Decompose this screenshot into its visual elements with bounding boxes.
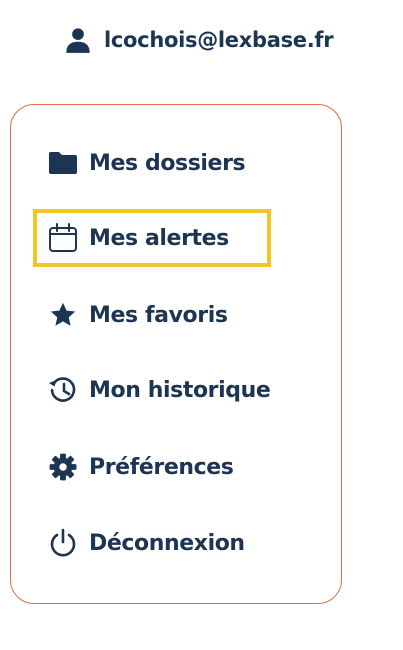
menu-item-label: Mon historique (89, 377, 271, 403)
menu-item-label: Préférences (89, 454, 234, 480)
menu-item-mon-historique[interactable]: Mon historique (47, 370, 271, 410)
calendar-icon (47, 222, 79, 254)
menu-item-label: Mes favoris (89, 302, 228, 328)
menu-item-deconnexion[interactable]: Déconnexion (47, 523, 245, 563)
history-icon (47, 374, 79, 406)
menu-item-mes-dossiers[interactable]: Mes dossiers (47, 143, 246, 183)
user-icon (64, 26, 92, 54)
account-menu: Mes dossiers Mes alertes Mes favoris Mon… (10, 104, 342, 604)
folder-icon (47, 147, 79, 179)
user-account[interactable]: lcochois@lexbase.fr (64, 20, 334, 60)
menu-item-preferences[interactable]: Préférences (47, 447, 234, 487)
user-email: lcochois@lexbase.fr (104, 28, 334, 52)
menu-item-label: Mes dossiers (89, 150, 246, 176)
menu-item-label: Déconnexion (89, 530, 245, 556)
menu-item-mes-alertes[interactable]: Mes alertes (33, 209, 271, 267)
gear-icon (47, 451, 79, 483)
menu-item-label: Mes alertes (89, 225, 229, 251)
power-icon (47, 527, 79, 559)
star-icon (47, 299, 79, 331)
menu-item-mes-favoris[interactable]: Mes favoris (47, 295, 228, 335)
